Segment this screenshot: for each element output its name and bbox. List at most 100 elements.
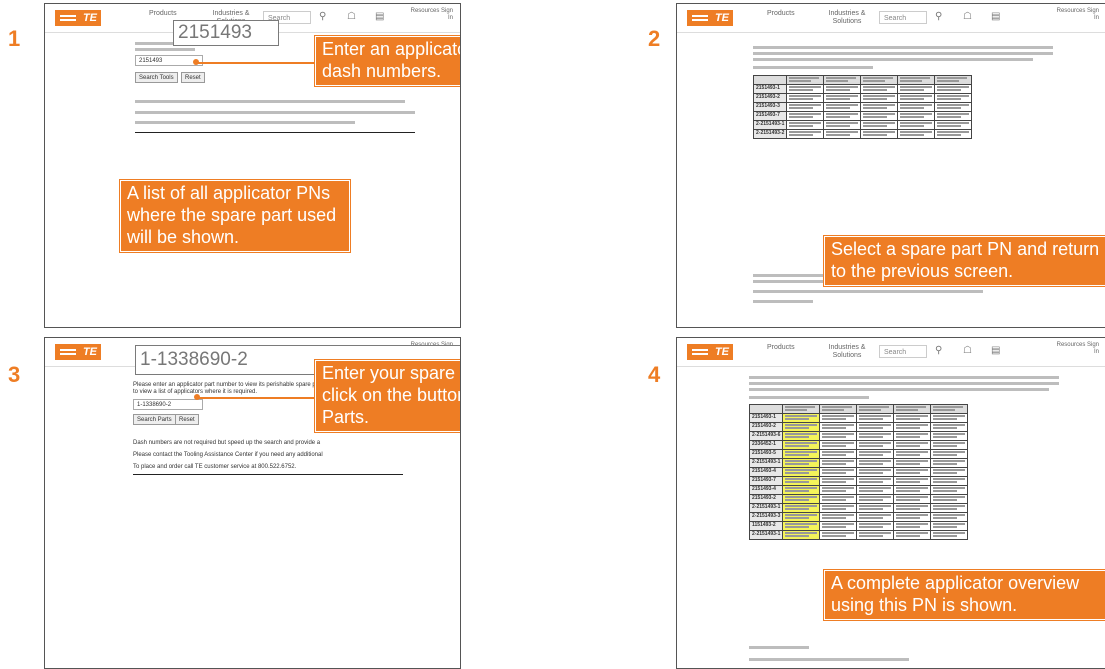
spare-part-cell[interactable] [786,111,825,121]
spare-part-cell[interactable] [823,120,862,130]
spare-part-cell[interactable] [897,102,936,112]
spare-part-cell[interactable] [897,111,936,121]
spare-part-cell[interactable] [930,521,969,531]
te-logo[interactable]: TE [687,10,733,26]
spare-part-cell[interactable] [893,485,932,495]
spare-part-cell[interactable] [782,503,821,513]
spare-part-cell[interactable] [856,503,895,513]
nav-industries[interactable]: Industries & Solutions [827,10,867,26]
spare-part-cell[interactable] [786,93,825,103]
spare-part-cell[interactable] [860,93,899,103]
applicator-pn-cell[interactable]: 2151493-7 [748,476,784,486]
spare-part-cell[interactable] [856,422,895,432]
spare-part-cell[interactable] [819,476,858,486]
spare-part-cell[interactable] [819,494,858,504]
search-icon[interactable]: ⚲ [935,346,942,356]
menu-icon[interactable]: ▤ [991,346,1000,356]
search-icon[interactable]: ⚲ [319,12,326,22]
applicator-pn-cell[interactable]: 2151493-1 [752,84,788,94]
spare-part-cell[interactable] [856,494,895,504]
spare-part-cell[interactable] [860,102,899,112]
spare-part-cell[interactable] [782,476,821,486]
spare-part-cell[interactable] [897,120,936,130]
applicator-pn-cell[interactable]: 2151493-1 [748,413,784,423]
applicator-pn-cell[interactable]: 2336452-1 [748,440,784,450]
spare-part-cell[interactable] [934,93,973,103]
spare-part-cell[interactable] [893,440,932,450]
spare-part-cell[interactable] [819,512,858,522]
spare-part-cell[interactable] [897,129,936,139]
spare-part-cell[interactable] [823,84,862,94]
spare-part-cell[interactable] [782,440,821,450]
applicator-pn-cell[interactable]: 2151493-2 [748,494,784,504]
spare-part-cell[interactable] [823,93,862,103]
spare-part-cell[interactable] [856,458,895,468]
nav-products[interactable]: Products [767,344,795,352]
spare-part-cell[interactable] [893,530,932,540]
nav-products[interactable]: Products [767,10,795,18]
spare-part-cell[interactable] [860,120,899,130]
applicator-pn-cell[interactable]: 1151493-2 [748,521,784,531]
spare-part-cell[interactable] [856,413,895,423]
spare-part-cell[interactable] [930,440,969,450]
spare-part-cell[interactable] [934,120,973,130]
applicator-pn-cell[interactable]: 2-2151493-1 [752,120,788,130]
spare-part-cell[interactable] [930,458,969,468]
spare-part-cell[interactable] [893,503,932,513]
site-search-input[interactable]: Search [879,11,927,24]
spare-part-cell[interactable] [786,129,825,139]
spare-part-cell[interactable] [856,512,895,522]
applicator-pn-cell[interactable]: 2151493-2 [752,93,788,103]
spare-part-cell[interactable] [782,512,821,522]
spare-part-cell[interactable] [860,129,899,139]
spare-part-cell[interactable] [930,449,969,459]
menu-icon[interactable]: ▤ [991,12,1000,22]
menu-icon[interactable]: ▤ [375,12,384,22]
spare-part-cell[interactable] [856,449,895,459]
spare-part-pn-input[interactable]: 1-1338690-2 [133,399,203,410]
spare-part-cell[interactable] [856,440,895,450]
search-tools-button[interactable]: Search Tools [135,72,178,83]
applicator-pn-cell[interactable]: 2151493-3 [752,102,788,112]
reset-button[interactable]: Reset [175,414,199,425]
site-search-input[interactable]: Search [879,345,927,358]
spare-part-cell[interactable] [893,431,932,441]
te-logo[interactable]: TE [687,344,733,360]
applicator-pn-cell[interactable]: 2151493-5 [748,449,784,459]
spare-part-cell[interactable] [819,413,858,423]
applicator-pn-cell[interactable]: 2-2151493-2 [752,129,788,139]
spare-part-cell[interactable] [782,458,821,468]
spare-part-cell[interactable] [860,111,899,121]
applicator-pn-cell[interactable]: 2-2151493-3 [748,512,784,522]
nav-products[interactable]: Products [149,10,177,18]
spare-part-cell[interactable] [823,111,862,121]
spare-part-cell[interactable] [819,458,858,468]
spare-part-cell[interactable] [893,467,932,477]
spare-part-cell[interactable] [786,84,825,94]
spare-part-cell[interactable] [819,521,858,531]
applicator-pn-cell[interactable]: 2151493-7 [752,111,788,121]
spare-part-cell[interactable] [782,521,821,531]
cart-icon[interactable]: ☖ [963,12,972,22]
reset-button[interactable]: Reset [181,72,205,83]
search-icon[interactable]: ⚲ [935,12,942,22]
spare-part-cell[interactable] [782,494,821,504]
spare-part-cell[interactable] [930,512,969,522]
spare-part-cell[interactable] [856,530,895,540]
spare-part-cell[interactable] [930,413,969,423]
applicator-pn-cell[interactable]: 2151493-2 [748,422,784,432]
spare-part-cell[interactable] [782,467,821,477]
spare-part-cell[interactable] [856,521,895,531]
spare-part-cell[interactable] [860,84,899,94]
spare-part-cell[interactable] [819,422,858,432]
account-link[interactable]: Resources Sign In [1053,8,1099,22]
cart-icon[interactable]: ☖ [963,346,972,356]
spare-part-cell[interactable] [893,476,932,486]
spare-part-cell[interactable] [782,485,821,495]
spare-part-cell[interactable] [893,458,932,468]
spare-part-cell[interactable] [930,485,969,495]
spare-part-cell[interactable] [819,485,858,495]
spare-part-cell[interactable] [782,431,821,441]
spare-part-cell[interactable] [856,467,895,477]
spare-part-cell[interactable] [930,494,969,504]
